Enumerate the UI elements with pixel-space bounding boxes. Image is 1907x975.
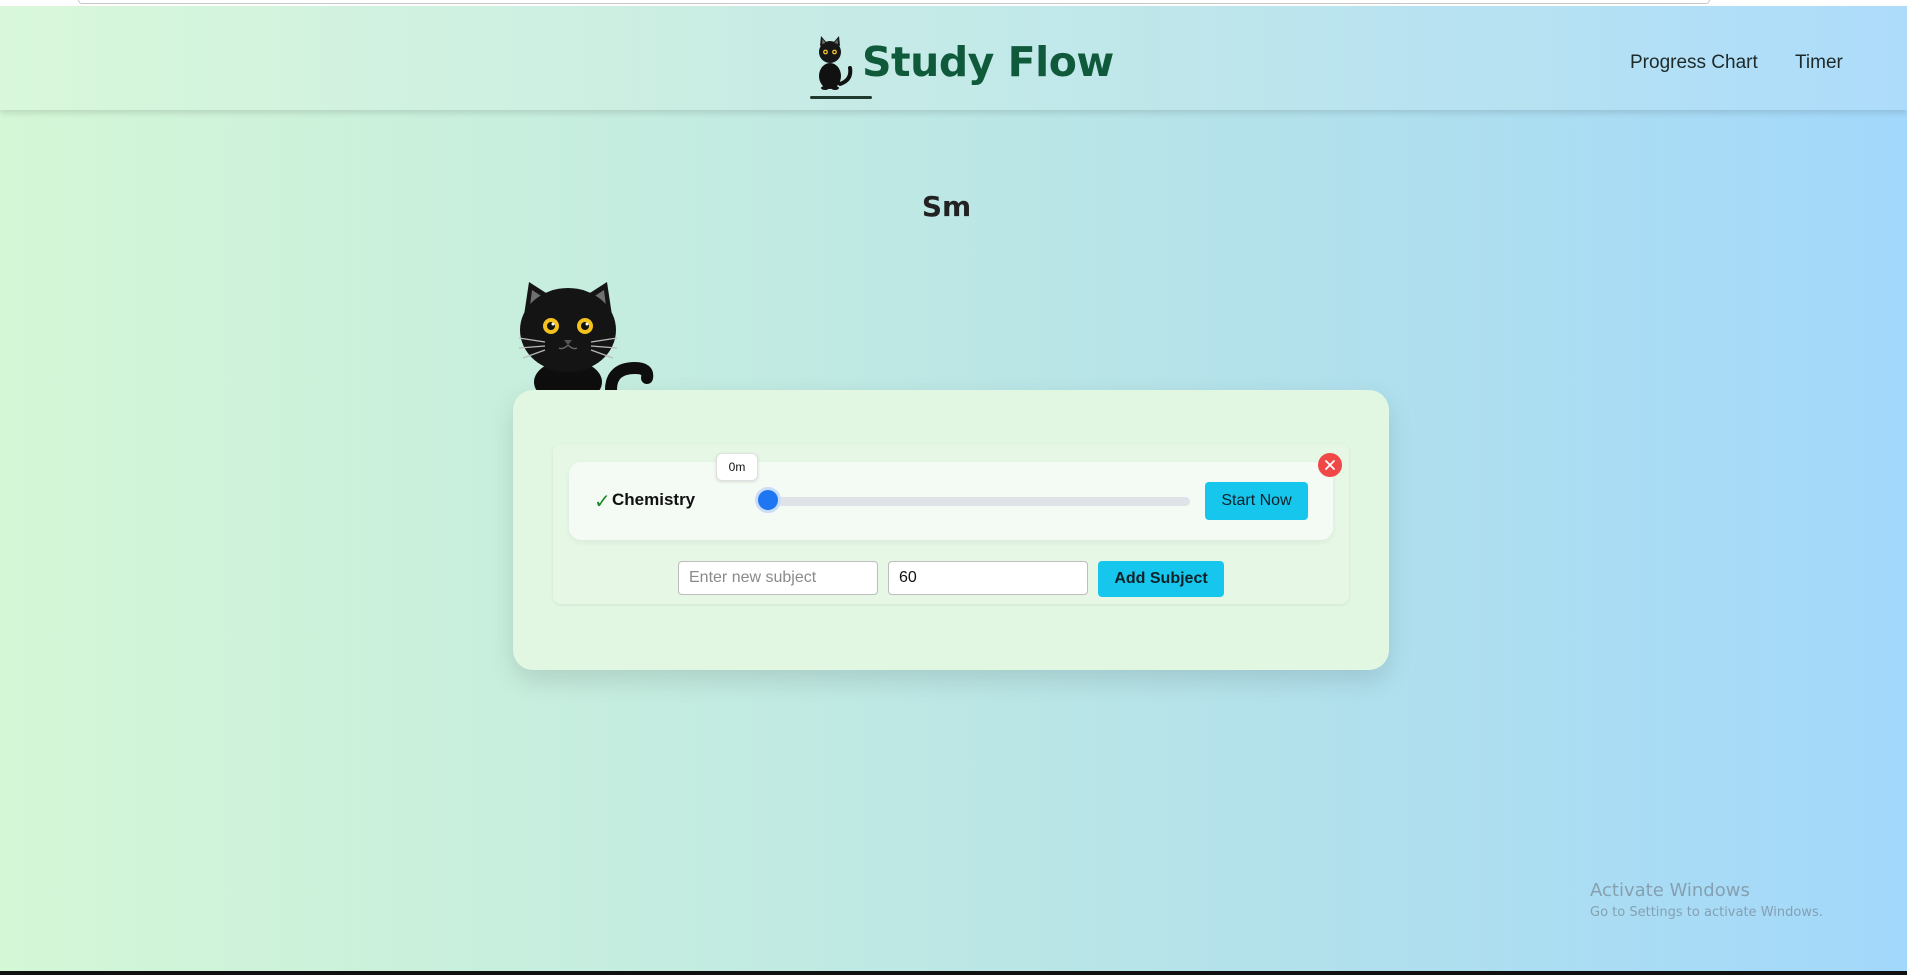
add-subject-button[interactable]: Add Subject [1098,561,1224,597]
progress-slider-track[interactable] [760,497,1190,506]
new-subject-input[interactable] [678,561,878,595]
subjects-card [513,390,1389,670]
cat-icon [810,34,854,90]
close-icon [1325,460,1335,470]
minutes-input[interactable] [888,561,1088,595]
activate-windows-title: Activate Windows [1590,880,1750,901]
brand-underline [810,96,872,99]
check-icon: ✓ [594,489,611,513]
taskbar-edge [0,971,1907,975]
subject-name: Chemistry [612,490,696,509]
nav-timer[interactable]: Timer [1795,52,1843,74]
progress-slider-thumb[interactable] [758,490,778,510]
navbar: Study Flow Progress Chart Timer [0,6,1907,110]
brand[interactable]: Study Flow [810,34,1114,104]
remove-subject-button[interactable] [1318,453,1342,477]
nav-progress-chart[interactable]: Progress Chart [1630,52,1758,74]
start-now-button[interactable]: Start Now [1205,482,1308,520]
progress-slider-tooltip: 0m [716,453,758,481]
cat-mascot-icon [515,282,665,404]
app-title: Study Flow [862,38,1114,86]
user-name: Sm [921,190,972,223]
activate-windows-subtitle: Go to Settings to activate Windows. [1590,905,1823,920]
browser-tab-edge [78,0,1710,4]
